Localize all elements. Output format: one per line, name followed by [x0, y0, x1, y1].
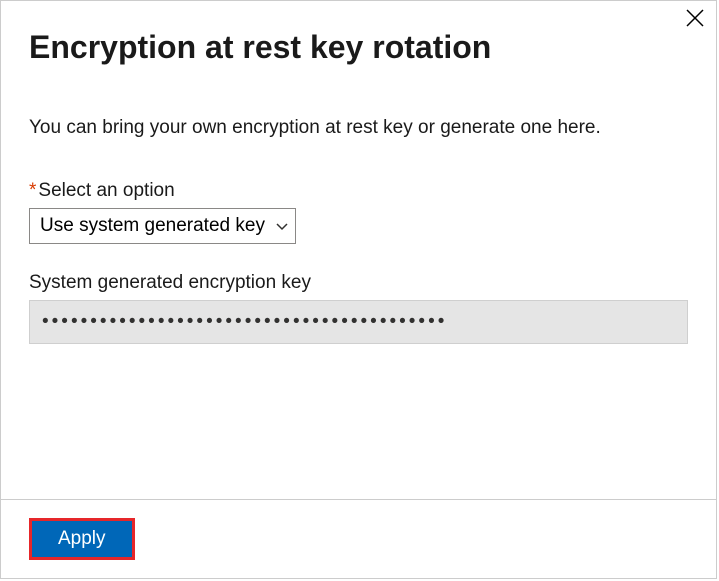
- key-field-group: System generated encryption key: [29, 272, 688, 344]
- option-select-wrapper: Use system generated key: [29, 208, 296, 244]
- close-icon[interactable]: [682, 7, 708, 33]
- apply-button[interactable]: Apply: [29, 518, 135, 560]
- option-select[interactable]: Use system generated key: [29, 208, 296, 244]
- dialog-description: You can bring your own encryption at res…: [29, 114, 688, 142]
- option-field-group: *Select an option Use system generated k…: [29, 180, 688, 244]
- option-label: *Select an option: [29, 180, 688, 202]
- dialog-footer: Apply: [1, 499, 716, 578]
- required-indicator: *: [29, 180, 36, 201]
- dialog-title: Encryption at rest key rotation: [29, 29, 688, 66]
- encryption-rotation-dialog: Encryption at rest key rotation You can …: [0, 0, 717, 579]
- key-label: System generated encryption key: [29, 272, 688, 294]
- option-select-value: Use system generated key: [40, 215, 265, 236]
- option-label-text: Select an option: [38, 180, 174, 201]
- dialog-content: Encryption at rest key rotation You can …: [1, 1, 716, 499]
- encryption-key-field: [29, 300, 688, 344]
